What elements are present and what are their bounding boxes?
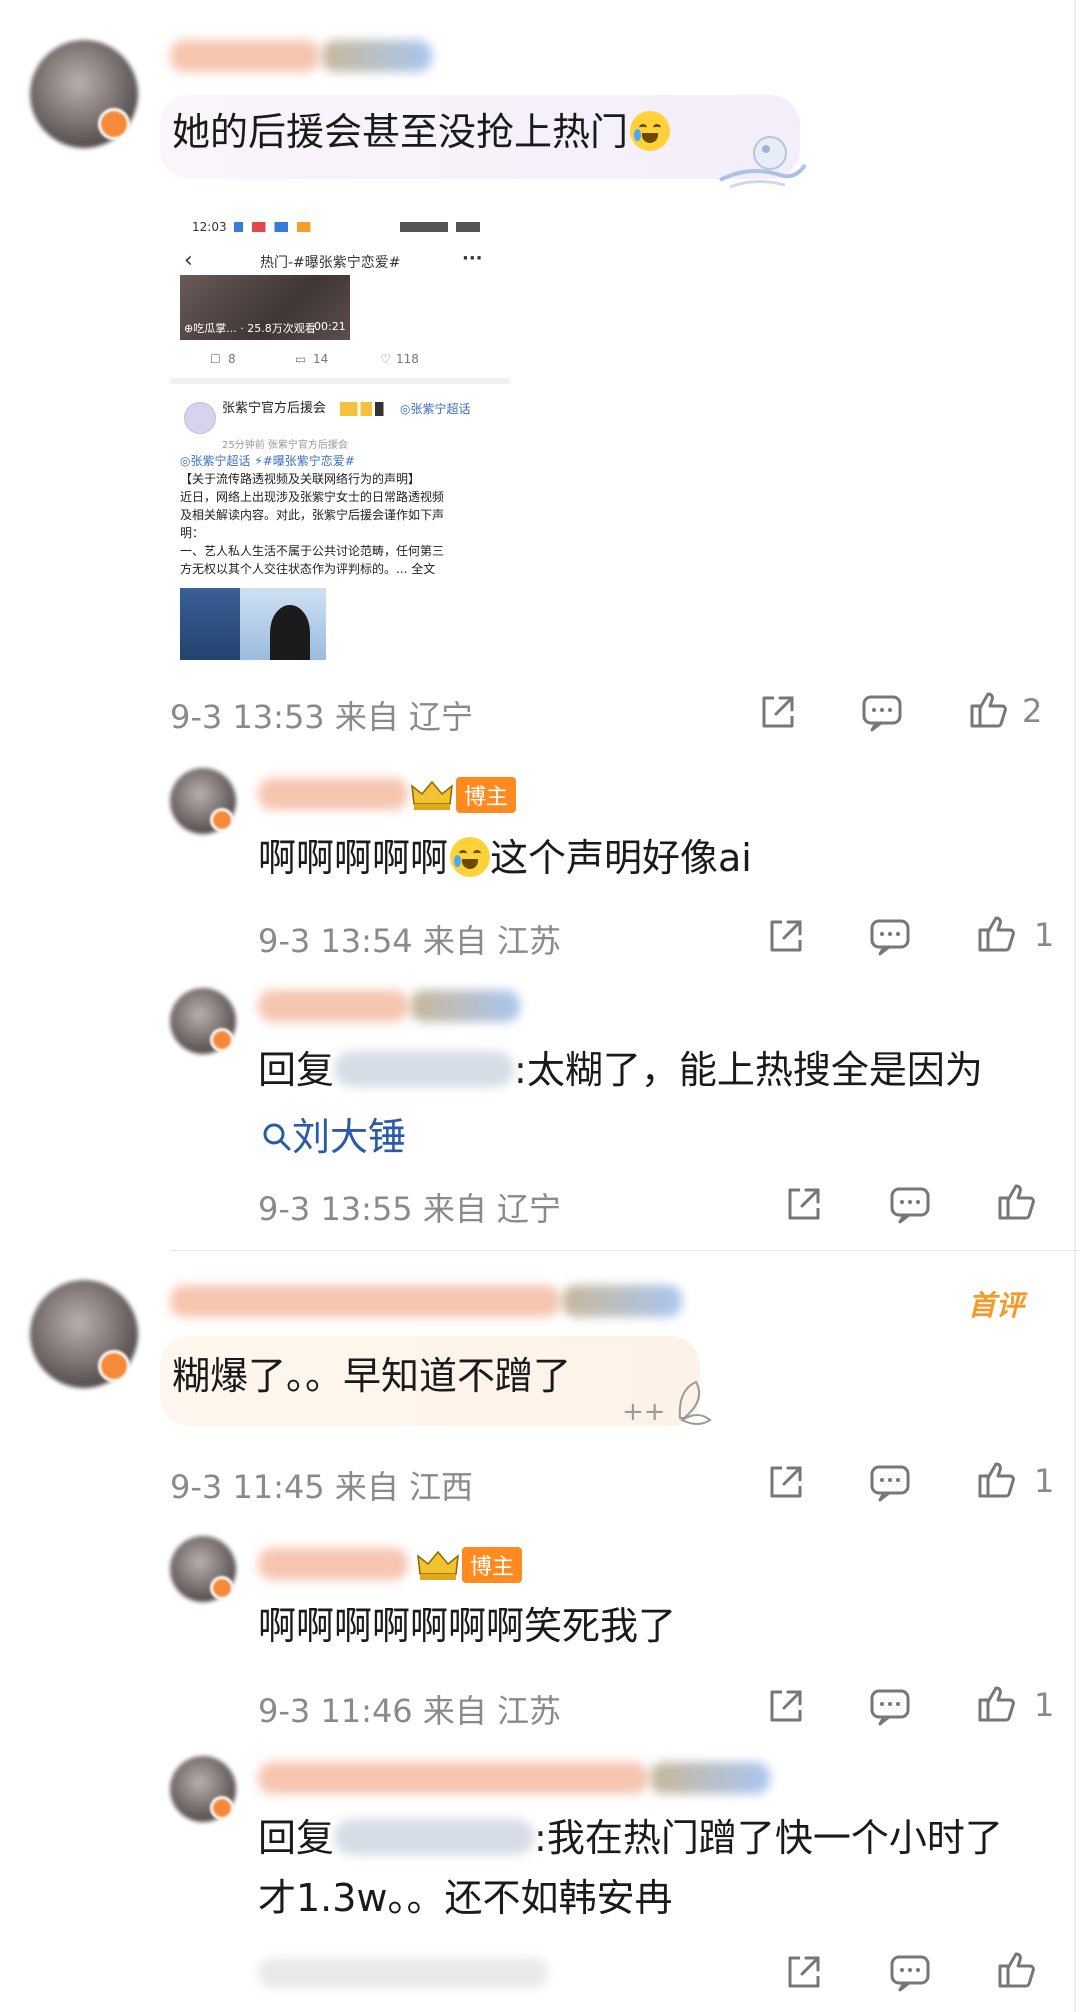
username-blurred[interactable] — [258, 990, 408, 1022]
like-icon[interactable] — [974, 912, 1018, 956]
reply-text-line2: 才1.3w。。还不如韩安冉 — [258, 1876, 673, 1920]
crying-emoji-icon — [450, 837, 491, 877]
author-topic-tag[interactable]: ◎张紫宁超话 — [400, 400, 470, 418]
status-icons — [234, 222, 324, 232]
comment-meta: 9-3 13:53 来自 辽宁 — [170, 698, 474, 736]
reply-text: 回复:太糊了，能上热搜全是因为 — [258, 1048, 983, 1092]
blogger-badge: 博主 — [416, 1547, 523, 1583]
comment-icon[interactable] — [868, 1460, 912, 1504]
post-line-6: 方无权以其个人交往状态作为评判标的。... 全文 — [180, 562, 436, 576]
like-count: 1 — [1034, 916, 1055, 954]
user-badges-blurred — [562, 1285, 682, 1317]
comment-icon[interactable] — [888, 1182, 932, 1226]
comment-text: 她的后援会甚至没抢上热门 — [172, 108, 671, 156]
share-icon[interactable] — [782, 1182, 826, 1226]
crown-icon — [411, 780, 453, 810]
blogger-badge: 博主 — [410, 777, 517, 813]
bubble-decoration-icon — [719, 136, 807, 189]
username-blurred[interactable] — [170, 40, 320, 72]
mention-blurred[interactable] — [334, 1819, 535, 1855]
reply-meta: 9-3 11:46 来自 江苏 — [258, 1692, 562, 1730]
reply-meta: 9-3 13:54 来自 江苏 — [258, 922, 562, 960]
avatar-badge — [98, 1350, 130, 1382]
like-icon[interactable] — [994, 1180, 1038, 1224]
search-icon — [263, 1123, 291, 1151]
like-icon[interactable] — [974, 1682, 1018, 1726]
share-icon[interactable] — [764, 1684, 808, 1728]
like-count: 1 — [1034, 1686, 1055, 1724]
user-badges-blurred — [410, 990, 520, 1022]
post-line-1: 【关于流传路透视频及关联网络行为的声明】 — [180, 472, 421, 486]
avatar-badge — [210, 1576, 234, 1600]
post-image-left[interactable] — [180, 588, 240, 660]
reply-meta-blurred — [258, 1958, 548, 1988]
comment-count: 14 — [313, 352, 329, 366]
time-source: 25分钟前 张紫宁官方后援会 — [222, 440, 348, 451]
comment-meta: 9-3 11:45 来自 江西 — [170, 1468, 474, 1506]
more-icon[interactable]: ··· — [462, 248, 483, 269]
status-time: 12:03 — [192, 220, 227, 234]
laugh-cry-emoji-icon — [630, 111, 671, 151]
comment-text: 糊爆了。。早知道不蹭了 — [172, 1354, 572, 1398]
like-count: 1 — [1034, 1462, 1055, 1500]
avatar-badge — [210, 1796, 234, 1820]
post-line-3: 及相关解读内容。对此，张紫宁后援会谨作如下声 — [180, 508, 445, 522]
post-tags[interactable]: ◎张紫宁超话 ⚡#曝张紫宁恋爱# — [180, 452, 355, 470]
reply-text: 啊啊啊啊啊啊啊笑死我了 — [258, 1604, 677, 1648]
like-icon[interactable]: ♡ — [380, 352, 391, 366]
blogger-tag: 博主 — [456, 777, 517, 813]
repost-icon[interactable]: ☐ — [210, 352, 221, 366]
reply-text: 啊啊啊啊啊 这个声明好像ai — [258, 836, 752, 880]
user-badges-blurred — [650, 1762, 770, 1794]
first-comment-label: 首评 — [968, 1289, 1025, 1322]
like-icon[interactable] — [966, 688, 1010, 732]
status-right-icons — [400, 222, 480, 232]
search-link[interactable]: 刘大锤 — [262, 1106, 406, 1161]
like-count: 2 — [1022, 692, 1043, 730]
avatar-badge — [98, 108, 130, 140]
username-blurred[interactable] — [258, 1548, 408, 1580]
author-name[interactable]: 张紫宁官方后援会 — [222, 400, 326, 418]
right-edge-line — [1074, 0, 1076, 2012]
back-arrow-icon[interactable]: ‹ — [184, 248, 193, 273]
repost-count: 8 — [228, 352, 236, 366]
comment-icon[interactable] — [868, 1684, 912, 1728]
share-icon[interactable] — [782, 1950, 826, 1994]
mention-blurred[interactable] — [334, 1051, 515, 1087]
comment-icon[interactable] — [868, 914, 912, 958]
avatar-badge — [210, 808, 234, 832]
post-image-person — [270, 605, 310, 660]
post-line-5: 一、艺人私人生活不属于公共讨论范畴，任何第三 — [180, 544, 445, 558]
embedded-screenshot-image[interactable]: 12:03 ‹ 热门-#曝张紫宁恋爱# ··· ⊕吃瓜掌... · 25.8万次… — [170, 210, 510, 660]
screenshot-title: 热门-#曝张紫宁恋爱# — [260, 255, 401, 271]
avatar-badge — [210, 1028, 234, 1052]
post-line-2: 近日，网络上出现涉及张紫宁女士的日常路透视频 — [180, 490, 445, 504]
author-badges — [340, 402, 398, 416]
reply-meta: 9-3 13:55 来自 辽宁 — [258, 1190, 562, 1228]
username-blurred[interactable] — [258, 1762, 648, 1794]
video-duration: 00:21 — [314, 320, 346, 333]
svg-text:++: ++ — [622, 1397, 666, 1427]
post-line-4: 明： — [180, 526, 205, 540]
video-caption: ⊕吃瓜掌... · 25.8万次观看 — [184, 322, 316, 335]
butterfly-decoration-icon: ++ — [622, 1380, 712, 1427]
like-icon[interactable] — [974, 1458, 1018, 1502]
comment-icon[interactable] — [860, 690, 904, 734]
author-avatar[interactable] — [184, 402, 216, 434]
like-count: 118 — [396, 352, 419, 366]
separator — [170, 378, 510, 384]
share-icon[interactable] — [756, 690, 800, 734]
blogger-tag: 博主 — [462, 1547, 523, 1583]
username-blurred[interactable] — [170, 1285, 560, 1317]
username-blurred[interactable] — [258, 778, 408, 810]
like-icon[interactable] — [994, 1948, 1038, 1992]
crown-icon — [417, 1550, 459, 1580]
reply-text: 回复:我在热门蹭了快一个小时了 — [258, 1816, 1003, 1860]
comment-divider — [170, 1250, 1080, 1251]
comment-icon[interactable]: ▭ — [295, 352, 306, 366]
share-icon[interactable] — [764, 1460, 808, 1504]
comment-icon[interactable] — [888, 1950, 932, 1994]
user-badges-blurred — [322, 40, 432, 72]
share-icon[interactable] — [764, 914, 808, 958]
